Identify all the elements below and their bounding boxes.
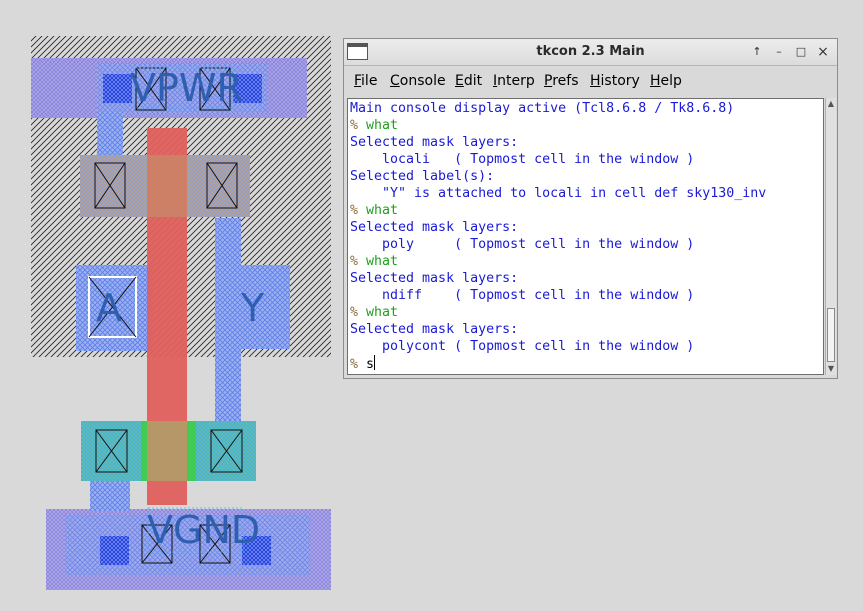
text-cursor (374, 355, 376, 370)
console-text: poly ( Topmost cell in the window ) (350, 237, 695, 252)
console-output-line: poly ( Topmost cell in the window ) (350, 236, 694, 253)
close-button[interactable]: × (815, 44, 831, 60)
scroll-down-arrow-icon[interactable]: ▼ (826, 364, 836, 374)
via-square (100, 536, 129, 565)
console-text: Main console display active (Tcl8.6.8 / … (350, 101, 735, 116)
output-y-label: Y (241, 286, 265, 330)
vertical-scrollbar[interactable]: ▲ ▼ (825, 98, 836, 375)
scroll-up-arrow-icon[interactable]: ▲ (826, 99, 836, 109)
console-text: Selected mask layers: (350, 220, 519, 235)
console-text: what (366, 203, 399, 218)
menu-interp[interactable]: Interp (493, 73, 535, 89)
via-square (103, 74, 132, 103)
console-output-line: locali ( Topmost cell in the window ) (350, 151, 694, 168)
title-bar[interactable]: tkcon 2.3 Main ↑ – □ × (344, 39, 837, 66)
vgnd-label: VGND (147, 508, 261, 552)
menu-history[interactable]: History (590, 73, 640, 89)
menu-edit[interactable]: Edit (455, 73, 482, 89)
scrollbar-thumb[interactable] (827, 308, 835, 362)
console-text: Selected label(s): (350, 169, 495, 184)
console-command-line: % what (350, 202, 398, 219)
raise-button[interactable]: ↑ (749, 44, 765, 60)
console-output[interactable]: Main console display active (Tcl8.6.8 / … (347, 98, 824, 375)
console-output-line: Selected mask layers: (350, 270, 518, 287)
console-output-line: "Y" is attached to locali in cell def sk… (350, 185, 766, 202)
console-command-line: % what (350, 304, 398, 321)
prompt-symbol: % (350, 254, 367, 269)
poly-over-pdiff (147, 155, 187, 217)
console-text: Selected mask layers: (350, 135, 519, 150)
console-text: "Y" is attached to locali in cell def sk… (350, 186, 767, 201)
menu-bar: File Console Edit Interp Prefs History H… (344, 66, 837, 95)
console-output-line: polycont ( Topmost cell in the window ) (350, 338, 694, 355)
console-command-line: % what (350, 117, 398, 134)
console-output-line: Selected mask layers: (350, 134, 518, 151)
console-output-line: Main console display active (Tcl8.6.8 / … (350, 100, 734, 117)
poly-over-ndiff (147, 421, 187, 481)
console-output-line: ndiff ( Topmost cell in the window ) (350, 287, 694, 304)
li-strap (90, 479, 130, 511)
prompt-symbol: % (350, 305, 367, 320)
input-a-label: A (96, 286, 122, 330)
console-text: what (366, 254, 399, 269)
menu-help[interactable]: Help (650, 73, 682, 89)
menu-console[interactable]: Console (390, 73, 446, 89)
console-text: Selected mask layers: (350, 322, 519, 337)
console-text: polycont ( Topmost cell in the window ) (350, 339, 695, 354)
prompt-symbol: % (350, 118, 367, 133)
li-strap (97, 112, 123, 158)
console-output-line: Selected label(s): (350, 168, 494, 185)
console-text: Selected mask layers: (350, 271, 519, 286)
console-text: what (366, 118, 399, 133)
maximize-button[interactable]: □ (793, 44, 809, 60)
console-input-line[interactable]: % s (350, 355, 376, 373)
menu-file[interactable]: File (354, 73, 377, 89)
console-text: ndiff ( Topmost cell in the window ) (350, 288, 695, 303)
menu-prefs[interactable]: Prefs (544, 73, 579, 89)
console-output-line: Selected mask layers: (350, 219, 518, 236)
minimize-button[interactable]: – (771, 44, 787, 60)
console-text: s (366, 357, 375, 372)
console-text: locali ( Topmost cell in the window ) (350, 152, 695, 167)
console-text: what (366, 305, 399, 320)
prompt-symbol: % (350, 357, 367, 372)
prompt-symbol: % (350, 203, 367, 218)
console-command-line: % what (350, 253, 398, 270)
vpwr-label: VPWR (130, 66, 243, 110)
console-output-line: Selected mask layers: (350, 321, 518, 338)
tkcon-window[interactable]: tkcon 2.3 Main ↑ – □ × File Console Edit… (343, 38, 838, 379)
